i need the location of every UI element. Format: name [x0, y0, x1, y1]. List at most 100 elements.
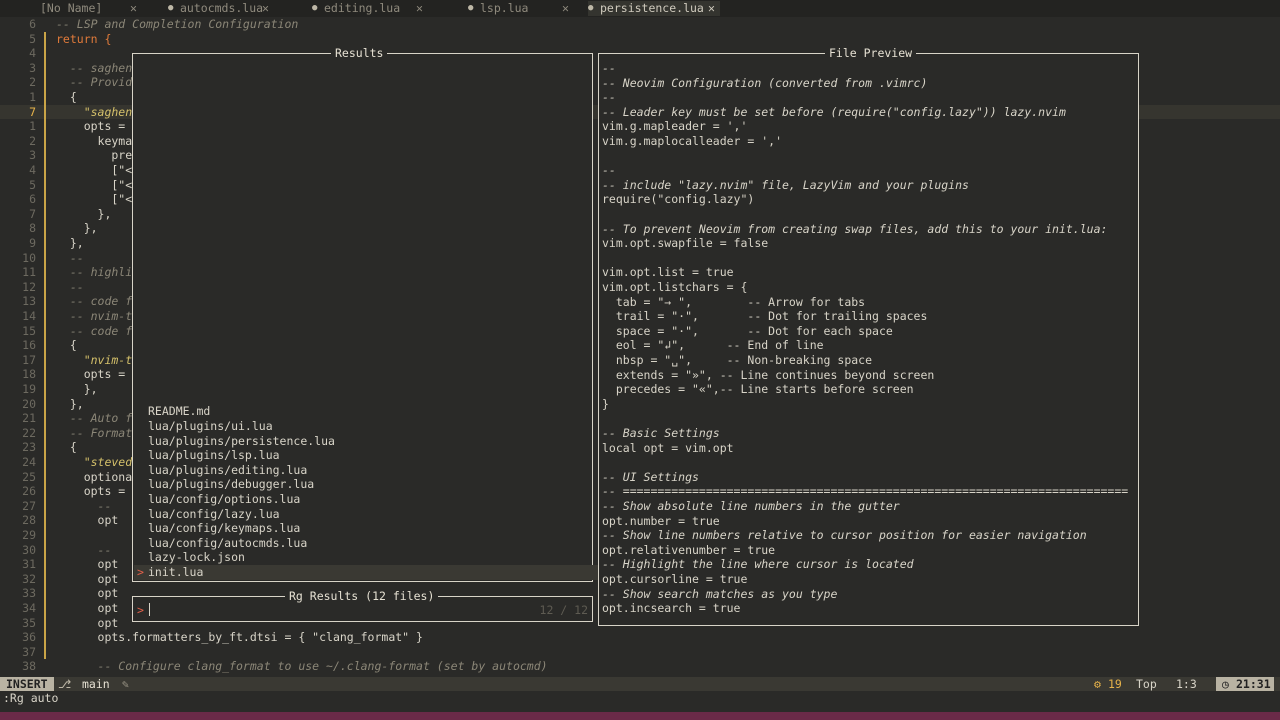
preview-line: space = "·", -- Dot for each space [602, 323, 893, 338]
line-number: 2 [29, 75, 36, 90]
close-icon[interactable]: ✕ [562, 1, 569, 16]
tab-4[interactable]: ● persistence.lua ✕ [588, 1, 720, 16]
preview-line: require("config.lazy") [602, 192, 755, 207]
preview-line: } [602, 396, 609, 411]
line-code: -- highli [56, 265, 133, 280]
result-item[interactable]: lua/config/autocmds.lua [148, 536, 307, 551]
tab-1[interactable]: ● autocmds.lua ✕ [168, 1, 274, 16]
result-item[interactable]: init.lua [148, 565, 203, 580]
line-code: { [56, 338, 77, 353]
preview-line: vim.opt.swapfile = false [602, 236, 769, 251]
line-code: opts = [56, 119, 126, 134]
line-code: opts = [56, 367, 126, 382]
line-code: opt [56, 571, 119, 586]
result-item[interactable]: lazy-lock.json [148, 550, 245, 565]
line-code: -- nvim-t [56, 309, 133, 323]
line-number: 12 [22, 279, 36, 294]
line-code: -- [56, 542, 112, 557]
line-number: 21 [22, 411, 36, 426]
line-number: 6 [29, 192, 36, 207]
clock-icon: ◷ [1222, 677, 1229, 691]
result-item[interactable]: lua/config/options.lua [148, 492, 300, 507]
line-code: }, [56, 221, 98, 236]
line-number: 33 [22, 586, 36, 601]
preview-line: vim.g.mapleader = ',' [602, 119, 748, 134]
preview-line: trail = "·", -- Dot for trailing spaces [602, 309, 928, 324]
preview-line: -- UI Settings [602, 469, 699, 484]
line-code: -- [56, 250, 84, 265]
line-code: -- Provid [56, 75, 133, 90]
result-item[interactable]: lua/plugins/ui.lua [148, 419, 273, 434]
preview-line: -- Neovim Configuration (converted from … [602, 75, 928, 90]
scroll-position: Top [1136, 677, 1157, 691]
close-icon[interactable]: ✕ [416, 1, 423, 16]
line-number: 1 [29, 119, 36, 134]
editor-line: 5 return { [0, 32, 1280, 47]
line-number: 29 [22, 528, 36, 542]
preview-line: local opt = vim.opt [602, 440, 734, 455]
result-item[interactable]: lua/plugins/debugger.lua [148, 477, 314, 492]
line-code: opts.formatters_by_ft.dtsi = { "clang_fo… [56, 630, 423, 645]
preview-line: nbsp = "␣", -- Non-breaking space [602, 353, 873, 367]
preview-line: -- Highlight the line where cursor is lo… [602, 557, 914, 572]
preview-line: opt.incsearch = true [602, 601, 741, 616]
result-item[interactable]: lua/plugins/persistence.lua [148, 434, 335, 449]
line-number: 28 [22, 513, 36, 528]
command-line[interactable]: :Rg auto [3, 691, 58, 705]
line-code: pre [56, 148, 133, 163]
preview-line: eol = "↲", -- End of line [602, 338, 824, 353]
results-window: Results README.md lua/plugins/ui.lua lua/p… [132, 46, 722, 582]
preview-line: extends = "»", -- Line continues beyond … [602, 367, 935, 382]
file-icon: ● [468, 3, 474, 13]
tab-label: persistence.lua [600, 1, 704, 15]
preview-line: opt.number = true [602, 513, 720, 528]
line-code: -- code f [56, 294, 133, 309]
editor-line: 6 -- LSP and Completion Configuration [0, 17, 1280, 32]
line-code: optiona [56, 469, 133, 484]
line-code: opts = [56, 484, 126, 499]
result-item[interactable]: lua/config/lazy.lua [148, 507, 280, 522]
line-code: opt [56, 601, 119, 615]
tab-3[interactable]: ● lsp.lua ✕ [468, 1, 574, 16]
prompt-window: Rg Results (12 files) > 12 / 12 [132, 589, 593, 622]
results-title: Results [331, 46, 388, 60]
line-number: 23 [22, 440, 36, 455]
line-number: 24 [22, 455, 36, 469]
line-number: 6 [29, 17, 36, 31]
line-number: 26 [22, 484, 36, 499]
line-number: 36 [22, 630, 36, 645]
result-item[interactable]: README.md [148, 404, 210, 419]
editor-line: 38 -- Configure clang_format to use ~/.c… [0, 659, 1280, 674]
line-code: -- saghen [56, 60, 133, 75]
line-number: 10 [22, 250, 36, 265]
diagnostics-icon: ⚙ [1094, 677, 1101, 691]
line-number: 5 [29, 31, 36, 46]
editor-line: 37 [0, 645, 1280, 660]
result-item[interactable]: lua/plugins/editing.lua [148, 463, 307, 478]
preview-line: -- Leader key must be set before (requir… [602, 104, 1066, 119]
result-item[interactable]: lua/plugins/lsp.lua [148, 448, 280, 463]
tab-2[interactable]: ● editing.lua ✕ [312, 1, 428, 16]
line-number: 17 [22, 352, 36, 367]
preview-line: vim.opt.list = true [602, 265, 734, 280]
line-number: 32 [22, 571, 36, 586]
search-input[interactable] [149, 603, 150, 616]
line-number: 20 [22, 396, 36, 411]
prompt-prefix: > [137, 603, 144, 617]
preview-line: opt.cursorline = true [602, 572, 748, 586]
close-icon[interactable]: ✕ [262, 1, 269, 16]
line-number: 14 [22, 309, 36, 323]
line-number: 25 [22, 469, 36, 484]
tab-0[interactable]: [No Name] ✕ [30, 1, 142, 16]
line-number: 19 [22, 382, 36, 396]
editor-line: 36 opts.formatters_by_ft.dtsi = { "clang… [0, 630, 1280, 645]
close-icon[interactable]: ✕ [708, 1, 715, 16]
file-icon: ● [588, 3, 594, 13]
line-code: "nvim-t [56, 352, 133, 367]
result-counter: 12 / 12 [539, 603, 588, 617]
clock-time: 21:31 [1236, 677, 1271, 691]
line-code: opt [56, 513, 119, 528]
line-number: 8 [29, 221, 36, 236]
close-icon[interactable]: ✕ [130, 1, 137, 16]
result-item[interactable]: lua/config/keymaps.lua [148, 521, 300, 536]
